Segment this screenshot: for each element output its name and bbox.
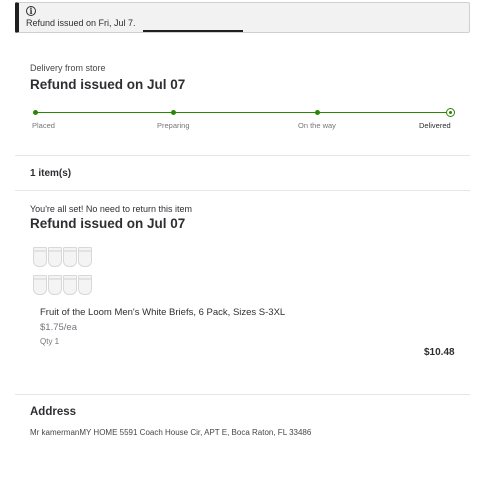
step-label-placed: Placed	[32, 121, 55, 130]
section-divider	[15, 394, 470, 395]
tracker-dot-on-the-way	[315, 110, 320, 115]
section-divider	[15, 155, 470, 156]
brief-thumb	[33, 275, 47, 295]
brief-thumb	[63, 275, 77, 295]
address-text: Mr kamermanMY HOME 5591 Coach House Cir,…	[30, 428, 312, 437]
address-heading: Address	[30, 406, 77, 418]
section-divider	[15, 190, 470, 191]
brief-thumb	[78, 247, 92, 267]
tracker-dot-preparing	[171, 110, 176, 115]
step-label-delivered: Delivered	[419, 121, 451, 130]
items-count: 1 item(s)	[30, 168, 72, 179]
tracker-dot-placed	[33, 110, 38, 115]
tracker-dot-delivered	[446, 108, 455, 117]
brief-thumb	[48, 275, 62, 295]
product-name-link[interactable]: Fruit of the Loom Men's White Briefs, 6 …	[40, 307, 285, 318]
order-progress-tracker: Placed Preparing On the way Delivered	[0, 0, 500, 140]
brief-thumb	[63, 247, 77, 267]
unit-price: $1.75/ea	[40, 322, 77, 333]
step-label-on-the-way: On the way	[298, 121, 336, 130]
brief-thumb	[78, 275, 92, 295]
item-quantity: Qty 1	[40, 337, 60, 346]
tracker-line	[36, 112, 450, 113]
item-refund-title: Refund issued on Jul 07	[30, 216, 186, 231]
product-image[interactable]	[33, 247, 93, 299]
step-label-preparing: Preparing	[157, 121, 190, 130]
item-total-price: $10.48	[424, 347, 455, 358]
brief-thumb	[48, 247, 62, 267]
brief-thumb	[33, 247, 47, 267]
return-note: You're all set! No need to return this i…	[30, 204, 192, 214]
